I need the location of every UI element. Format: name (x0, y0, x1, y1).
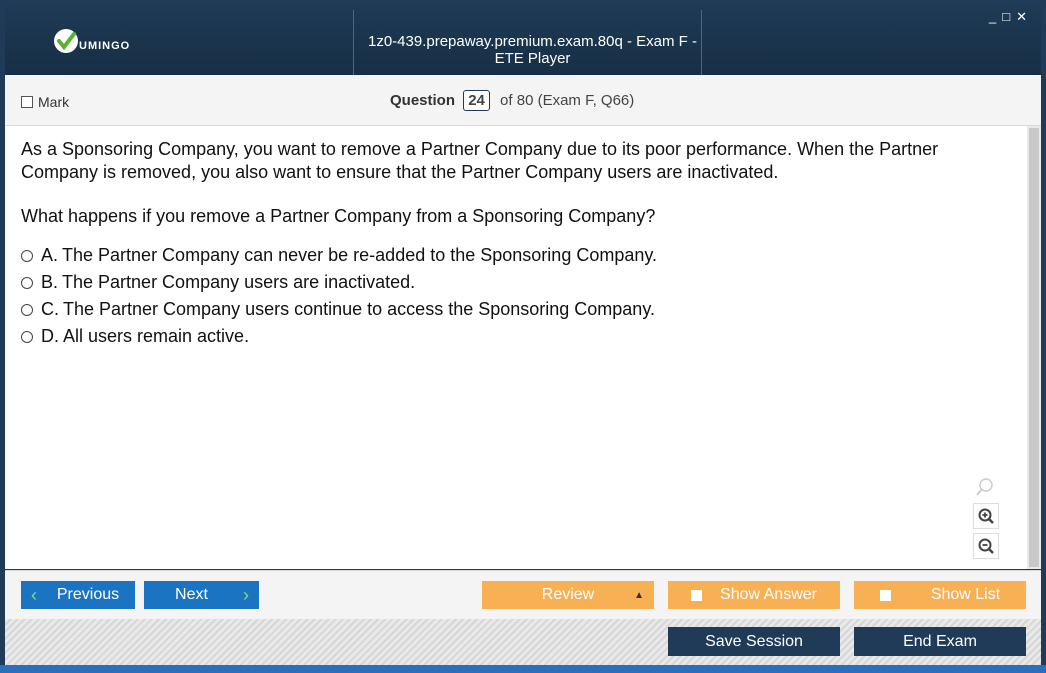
answer-options: A. The Partner Company can never be re-a… (21, 242, 657, 350)
question-text: As a Sponsoring Company, you want to rem… (21, 139, 939, 182)
radio-icon[interactable] (21, 276, 33, 289)
end-exam-button[interactable]: End Exam (854, 627, 1026, 656)
mark-label: Mark (38, 94, 70, 110)
window-title: 1z0-439.prepaway.premium.exam.80q - Exam… (367, 33, 698, 67)
magnifier-icon[interactable] (973, 475, 997, 499)
title-bar: UMINGO 1z0-439.prepaway.premium.exam.80q… (5, 5, 1041, 78)
previous-label: Previous (56, 586, 120, 603)
option-text: The Partner Company can never be re-adde… (62, 245, 658, 265)
close-icon[interactable]: ✕ (1016, 9, 1031, 25)
question-prompt: What happens if you remove a Partner Com… (21, 206, 656, 226)
option-text: All users remain active. (63, 326, 250, 346)
chevron-right-icon: › (243, 584, 249, 605)
checkbox-icon[interactable] (21, 96, 33, 108)
title-separator (353, 10, 354, 78)
question-suffix: of 80 (Exam F, Q66) (500, 92, 635, 109)
chevron-left-icon: ‹ (31, 584, 37, 605)
session-bar: Save Session End Exam (5, 619, 1041, 665)
window-border-bottom (0, 665, 1046, 673)
show-list-button[interactable]: Show List (854, 581, 1026, 609)
minimize-icon[interactable]: _ (989, 9, 1000, 24)
brand-name: UMINGO (79, 40, 131, 52)
option-letter: A. (41, 245, 59, 265)
option-letter: D. (41, 326, 59, 346)
question-content: As a Sponsoring Company, you want to rem… (5, 126, 1027, 569)
option-c[interactable]: C. The Partner Company users continue to… (21, 296, 657, 323)
checkbox-icon[interactable] (879, 589, 891, 601)
navigation-bar: ‹ Previous Next › Review ▲ Show Answer S… (5, 570, 1041, 619)
option-d[interactable]: D. All users remain active. (21, 323, 657, 350)
show-list-label: Show List (930, 586, 1001, 603)
question-indicator: Question 24 of 80 (Exam F, Q66) (390, 90, 634, 111)
question-label: Question (390, 92, 456, 109)
question-header: Mark Question 24 of 80 (Exam F, Q66) (5, 75, 1041, 126)
question-number-input[interactable]: 24 (463, 90, 490, 111)
scrollbar-thumb[interactable] (1029, 128, 1039, 567)
end-exam-label: End Exam (903, 632, 977, 650)
save-session-label: Save Session (705, 632, 803, 650)
radio-icon[interactable] (21, 303, 33, 316)
option-letter: C. (41, 299, 59, 319)
next-button[interactable]: Next › (144, 581, 259, 609)
window-controls: _ □ ✕ (987, 9, 1031, 25)
review-button[interactable]: Review ▲ (482, 581, 654, 609)
zoom-controls (973, 475, 1001, 563)
zoom-out-icon[interactable] (973, 533, 999, 559)
show-answer-button[interactable]: Show Answer (668, 581, 840, 609)
maximize-icon[interactable]: □ (1002, 9, 1014, 24)
option-text: The Partner Company users continue to ac… (63, 299, 655, 319)
radio-icon[interactable] (21, 249, 33, 262)
option-letter: B. (41, 272, 59, 292)
option-a[interactable]: A. The Partner Company can never be re-a… (21, 242, 657, 269)
previous-button[interactable]: ‹ Previous (21, 581, 135, 609)
zoom-in-icon[interactable] (973, 503, 999, 529)
radio-icon[interactable] (21, 330, 33, 343)
review-label: Review (541, 586, 595, 603)
checkbox-icon[interactable] (691, 589, 703, 601)
option-b[interactable]: B. The Partner Company users are inactiv… (21, 269, 657, 296)
mark-checkbox[interactable]: Mark (21, 94, 69, 110)
logo-check-icon (54, 29, 78, 53)
vertical-scrollbar[interactable] (1027, 126, 1041, 569)
save-session-button[interactable]: Save Session (668, 627, 840, 656)
show-answer-label: Show Answer (720, 586, 817, 603)
option-text: The Partner Company users are inactivate… (62, 272, 416, 292)
next-label: Next (175, 586, 208, 603)
caret-up-icon: ▲ (634, 589, 644, 601)
